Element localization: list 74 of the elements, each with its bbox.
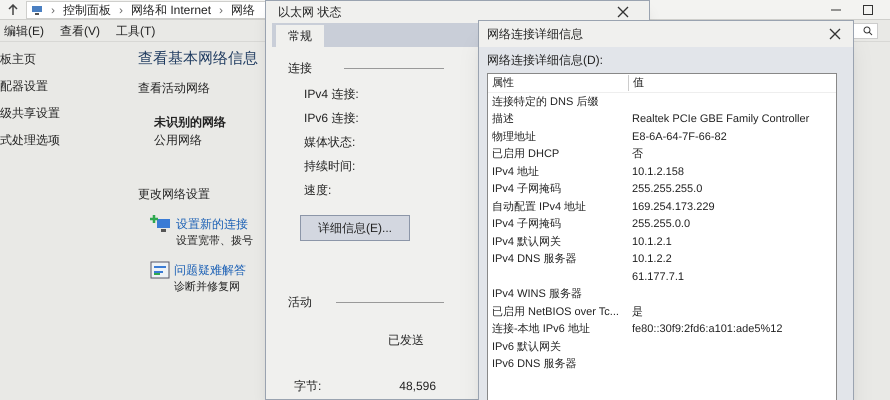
network-type: 公用网络: [153, 132, 203, 148]
network-name: 未识别的网络: [153, 114, 227, 130]
table-cell-text: E8-6A-64-7F-66-82: [631, 130, 728, 144]
table-cell-text: 255.255.255.0: [631, 182, 704, 197]
task-link[interactable]: 问题疑难解答: [174, 261, 246, 279]
table-cell-text: 物理地址: [491, 130, 537, 144]
field-label: IPv4 连接:: [304, 86, 360, 103]
table-cell-text: 10.1.2.2: [631, 252, 673, 267]
table-cell-text: 已启用 DHCP: [491, 146, 560, 162]
task-description: 设置宽带、拨号: [176, 234, 253, 248]
table-cell-text: 否: [631, 147, 644, 162]
table-cell-text: IPv4 子网掩码: [491, 217, 562, 232]
bytes-label: 字节:: [294, 378, 322, 395]
table-cell-text: 描述: [491, 112, 515, 127]
monitor-icon: [31, 4, 43, 14]
menu-item[interactable]: 编辑(E): [4, 22, 44, 40]
table-cell-text: 61.177.7.1: [631, 270, 685, 284]
breadcrumb-item[interactable]: 网络和 Internet: [131, 0, 212, 18]
column-header[interactable]: 值: [628, 74, 836, 92]
breadcrumb-item[interactable]: 网络: [231, 0, 256, 18]
bytes-value: 48,596: [399, 378, 436, 395]
up-arrow-icon[interactable]: [8, 4, 18, 16]
field-label: 媒体状态:: [304, 134, 356, 151]
tab[interactable]: 常规: [276, 25, 324, 47]
table-cell-text: fe80::30f9:2fd6:a101:ade5%12: [631, 322, 784, 337]
field-label: 持续时间:: [304, 158, 356, 175]
breadcrumb-separator: ›: [219, 2, 224, 18]
task-description: 诊断并修复网: [174, 280, 241, 295]
dialog-title: 网络连接详细信息: [487, 26, 583, 43]
table-cell-text: 10.1.2.1: [631, 234, 673, 250]
table-cell-text: 169.254.173.229: [631, 200, 716, 214]
table-cell-text: IPv4 子网掩码: [491, 182, 562, 197]
sidebar-link[interactable]: 式处理选项: [0, 131, 128, 149]
close-icon[interactable]: [617, 6, 629, 18]
group-label: 活动: [288, 294, 312, 311]
table-cell-text: 自动配置 IPv4 地址: [491, 200, 588, 214]
list-label: 网络连接详细信息(D):: [487, 52, 604, 69]
sidebar-link[interactable]: 板主页: [0, 50, 128, 68]
menu-item[interactable]: 工具(T): [116, 22, 156, 40]
table-cell-text: 已启用 NetBIOS over Tc...: [491, 304, 620, 320]
table-cell-text: IPv4 地址: [491, 164, 540, 180]
field-label: 速度:: [304, 182, 332, 199]
sidebar-link[interactable]: 配器设置: [0, 77, 128, 95]
task-link[interactable]: 设置新的连接: [176, 214, 253, 232]
field-label: IPv6 连接:: [304, 110, 360, 127]
breadcrumb-separator: ›: [51, 2, 55, 18]
breadcrumb-item[interactable]: 控制面板: [63, 0, 111, 18]
dialog-title: 以太网 状态: [278, 4, 342, 21]
table-cell-text: 是: [631, 304, 644, 320]
section-heading: 查看活动网络: [138, 80, 211, 96]
menu-item[interactable]: 查看(V): [60, 22, 100, 40]
table-cell-text: IPv6 DNS 服务器: [491, 357, 578, 372]
sent-label: 已发送: [388, 332, 424, 349]
table-cell-text: IPv6 默认网关: [491, 340, 562, 354]
details-button[interactable]: 详细信息(E)...: [300, 215, 410, 241]
table-cell-text: IPv4 默认网关: [491, 234, 562, 250]
sidebar-link[interactable]: 级共享设置: [0, 104, 128, 122]
table-cell-text: Realtek PCIe GBE Family Controller: [631, 112, 810, 127]
column-header[interactable]: 属性: [488, 74, 628, 92]
group-label: 连接: [288, 60, 312, 77]
page-heading: 查看基本网络信息: [138, 49, 258, 69]
section-heading: 更改网络设置: [138, 186, 211, 202]
table-cell-text: 连接特定的 DNS 后缀: [491, 94, 600, 110]
table-cell-text: IPv4 WINS 服务器: [491, 287, 583, 302]
troubleshoot-icon: [150, 261, 170, 279]
search-icon: [863, 26, 873, 36]
table-cell-text: 10.1.2.158: [631, 164, 685, 180]
table-cell-text: 255.255.0.0: [631, 217, 692, 232]
table-cell-text: IPv4 DNS 服务器: [491, 252, 578, 267]
network-plus-icon: [150, 214, 172, 234]
table-cell-text: 连接-本地 IPv6 地址: [491, 322, 591, 337]
close-icon[interactable]: [829, 28, 841, 40]
breadcrumb-separator: ›: [119, 2, 123, 18]
maximize-icon[interactable]: [862, 4, 874, 16]
